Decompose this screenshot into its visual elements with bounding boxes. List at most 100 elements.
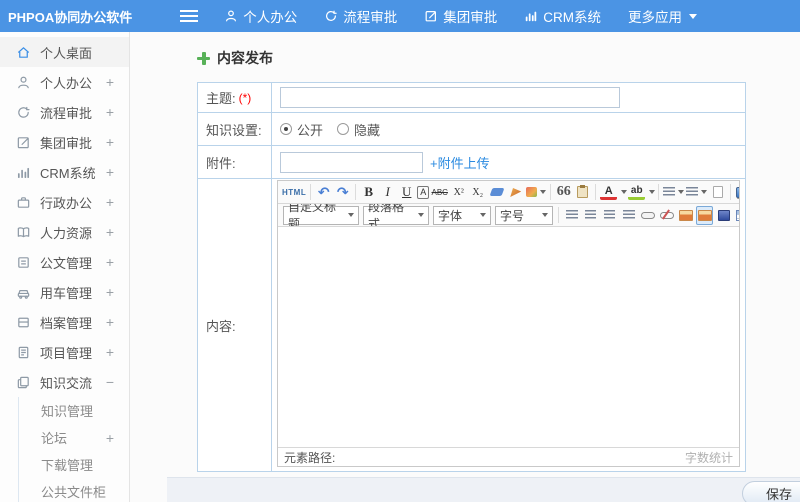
sidebar-item-archive-mgmt[interactable]: 档案管理 + bbox=[0, 307, 129, 337]
superscript-button[interactable]: X² bbox=[450, 183, 467, 202]
attachment-upload-link[interactable]: +附件上传 bbox=[430, 153, 490, 172]
navbar-items: 个人办公 流程审批 集团审批 CRM系统 更多应用 bbox=[224, 6, 724, 26]
sidebar-subitem-download-mgmt[interactable]: 下载管理 bbox=[19, 451, 129, 478]
redo-icon[interactable]: ↷ bbox=[334, 183, 351, 202]
unordered-list-button[interactable] bbox=[663, 183, 685, 202]
new-doc-button[interactable] bbox=[709, 183, 726, 202]
save-button[interactable]: 保存 bbox=[742, 481, 800, 502]
sidebar-item-document-mgmt[interactable]: 公文管理 + bbox=[0, 247, 129, 277]
editor-content-area[interactable] bbox=[278, 227, 739, 447]
underline-button[interactable]: U bbox=[398, 183, 415, 202]
collapse-toggle[interactable]: − bbox=[106, 374, 114, 390]
ordered-list-button[interactable] bbox=[686, 183, 708, 202]
expand-toggle[interactable]: + bbox=[106, 194, 114, 210]
expand-toggle[interactable]: + bbox=[106, 314, 114, 330]
sidebar-item-crm[interactable]: CRM系统 + bbox=[0, 157, 129, 187]
archive-icon bbox=[18, 317, 29, 327]
radio-hidden-label: 隐藏 bbox=[354, 122, 381, 138]
strikethrough-button[interactable]: ABC bbox=[431, 183, 448, 202]
expand-toggle[interactable]: + bbox=[106, 284, 114, 300]
expand-toggle[interactable]: + bbox=[106, 74, 114, 90]
expand-toggle[interactable]: + bbox=[106, 104, 114, 120]
expand-toggle[interactable]: + bbox=[106, 254, 114, 270]
nav-item-process-approval[interactable]: 流程审批 bbox=[324, 6, 397, 26]
clear-format-button[interactable] bbox=[507, 183, 524, 202]
sidebar-item-desktop[interactable]: 个人桌面 bbox=[0, 37, 129, 67]
editor-toolbar-row1: HTML ↶ ↷ B I U A ABC X² X₂ 66 A ab bbox=[278, 181, 739, 204]
align-center-button[interactable] bbox=[582, 206, 599, 225]
nav-item-personal-office[interactable]: 个人办公 bbox=[224, 6, 297, 26]
sidebar-item-admin-office[interactable]: 行政办公 + bbox=[0, 187, 129, 217]
toolbar-separator bbox=[658, 184, 660, 200]
upload-image-button[interactable] bbox=[696, 205, 713, 225]
sidebar-item-hr[interactable]: 人力资源 + bbox=[0, 217, 129, 247]
expand-toggle[interactable]: + bbox=[106, 430, 114, 446]
chevron-down-icon[interactable] bbox=[621, 190, 628, 194]
knowledge-setting-label: 知识设置: bbox=[198, 113, 272, 145]
fullscreen-icon bbox=[736, 186, 739, 198]
paste-button[interactable] bbox=[574, 183, 591, 202]
custom-title-select[interactable]: 自定义标题 bbox=[283, 204, 359, 226]
undo-icon[interactable]: ↶ bbox=[315, 183, 332, 202]
insert-video-button[interactable] bbox=[715, 206, 732, 225]
bg-color-button[interactable]: ab bbox=[628, 185, 646, 200]
html-source-button[interactable]: HTML bbox=[282, 183, 306, 202]
chevron-down-icon bbox=[542, 213, 548, 217]
autotypeset-button[interactable]: A bbox=[417, 185, 430, 199]
sidebar-item-personal-office[interactable]: 个人办公 + bbox=[0, 67, 129, 97]
nav-item-crm[interactable]: CRM系统 bbox=[524, 6, 601, 26]
subject-row: 主题: (*) bbox=[198, 83, 745, 113]
radio-public[interactable] bbox=[280, 123, 292, 135]
subscript-button[interactable]: X₂ bbox=[469, 183, 486, 202]
remove-link-button[interactable] bbox=[658, 206, 675, 225]
sidebar-item-group-approval[interactable]: 集团审批 + bbox=[0, 127, 129, 157]
expand-toggle[interactable]: + bbox=[106, 344, 114, 360]
align-justify-button[interactable] bbox=[620, 206, 637, 225]
attachment-row: 附件: +附件上传 bbox=[198, 146, 745, 179]
element-path-label: 元素路径: bbox=[284, 450, 336, 465]
sidebar-subitem-knowledge-mgmt[interactable]: 知识管理 bbox=[19, 397, 129, 424]
italic-button[interactable]: I bbox=[379, 183, 396, 202]
subject-input[interactable] bbox=[280, 87, 620, 108]
insert-table-button[interactable] bbox=[734, 206, 739, 225]
toolbar-separator bbox=[595, 184, 597, 200]
image-icon bbox=[678, 209, 693, 221]
eraser-button[interactable] bbox=[488, 183, 505, 202]
fullscreen-button[interactable] bbox=[735, 183, 739, 202]
hamburger-menu-icon[interactable] bbox=[180, 15, 199, 17]
rich-text-editor: HTML ↶ ↷ B I U A ABC X² X₂ 66 A ab 自定义标题… bbox=[277, 180, 740, 467]
footer-bar: 保存 bbox=[167, 477, 800, 502]
expand-toggle[interactable]: + bbox=[106, 164, 114, 180]
sidebar-subitem-public-file-cabinet[interactable]: 公共文件柜 bbox=[19, 478, 129, 502]
sidebar-item-knowledge-exchange[interactable]: 知识交流 − bbox=[0, 367, 129, 397]
copy-pages-icon bbox=[17, 376, 29, 388]
align-left-button[interactable] bbox=[563, 206, 580, 225]
content-row: 内容: HTML ↶ ↷ B I U A ABC X² X₂ 66 A ab 自… bbox=[198, 179, 745, 471]
sidebar-subitem-forum[interactable]: 论坛 + bbox=[19, 424, 129, 451]
visibility-radio-group: 公开 隐藏 bbox=[280, 120, 394, 139]
expand-toggle[interactable]: + bbox=[106, 134, 114, 150]
align-right-button[interactable] bbox=[601, 206, 618, 225]
font-family-select[interactable]: 字体 bbox=[433, 205, 491, 225]
align-center-icon bbox=[585, 210, 596, 220]
font-color-button[interactable]: A bbox=[600, 185, 618, 200]
radio-hidden[interactable] bbox=[337, 123, 350, 135]
sidebar-item-label: 项目管理 bbox=[40, 345, 93, 361]
attachment-input[interactable] bbox=[280, 151, 423, 173]
link-icon bbox=[640, 211, 655, 219]
expand-toggle[interactable]: + bbox=[106, 224, 114, 240]
nav-item-more-apps[interactable]: 更多应用 bbox=[628, 6, 697, 26]
format-painter-button[interactable] bbox=[526, 183, 547, 202]
bold-button[interactable]: B bbox=[360, 183, 377, 202]
chevron-down-icon[interactable] bbox=[649, 190, 656, 194]
sidebar-item-vehicle-mgmt[interactable]: 用车管理 + bbox=[0, 277, 129, 307]
sidebar-item-process-approval[interactable]: 流程审批 + bbox=[0, 97, 129, 127]
sidebar-item-project-mgmt[interactable]: 项目管理 + bbox=[0, 337, 129, 367]
insert-link-button[interactable] bbox=[639, 206, 656, 225]
blockquote-button[interactable]: 66 bbox=[555, 183, 572, 202]
nav-item-group-approval[interactable]: 集团审批 bbox=[424, 6, 497, 26]
user-icon bbox=[18, 76, 29, 88]
font-size-select[interactable]: 字号 bbox=[495, 205, 553, 225]
insert-image-button[interactable] bbox=[677, 206, 694, 225]
paragraph-format-select[interactable]: 段落格式 bbox=[363, 204, 429, 226]
